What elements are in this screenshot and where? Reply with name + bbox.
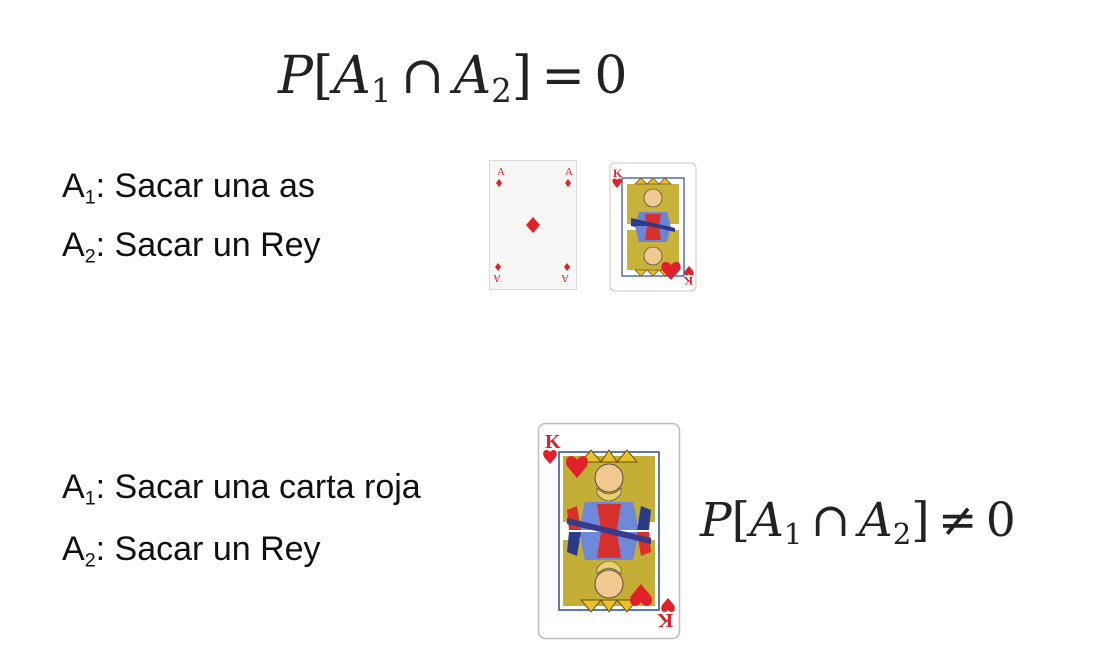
king-large-rank-bottom: K	[657, 609, 673, 631]
ace-corner-rank-tl: A	[497, 166, 505, 178]
ace-of-diamonds-card: A A A A	[489, 160, 577, 290]
event-subscript: 1	[84, 487, 96, 510]
event-a1-red-card: A1: Sacar una carta roja	[62, 468, 421, 510]
event-subscript: 2	[84, 245, 96, 268]
king-small-rank-bottom: K	[683, 274, 693, 288]
formula-equals: =	[541, 46, 585, 106]
event-letter: A	[62, 468, 85, 506]
formula-intersection: ∩	[810, 493, 851, 548]
event-a2-king: A2: Sacar un Rey	[62, 226, 321, 268]
event-letter: A	[62, 226, 85, 264]
formula-intersection: ∩	[400, 46, 445, 106]
formula-bracket-close: ]	[511, 46, 533, 106]
event-letter: A	[62, 530, 85, 568]
formula-a2: A	[453, 46, 492, 106]
event-text: : Sacar una as	[95, 167, 315, 205]
formula-sub-1: 1	[370, 72, 392, 111]
formula-p: P	[278, 46, 313, 106]
formula-sub-1: 1	[783, 517, 803, 552]
event-subscript: 1	[84, 186, 96, 209]
formula-p: P	[700, 493, 732, 548]
formula-sub-2: 2	[491, 72, 512, 111]
king-of-hearts-small-card: K K	[609, 162, 697, 292]
event-a2-king-2: A2: Sacar un Rey	[62, 530, 321, 572]
formula-bracket-open: [	[313, 46, 334, 106]
formula-intersection-zero: P[A1 ∩ A2] = 0	[278, 46, 627, 110]
formula-a1: A	[749, 493, 784, 548]
formula-a1: A	[333, 46, 371, 106]
king-of-hearts-large-card: K K	[537, 422, 681, 640]
event-text: : Sacar una carta roja	[95, 468, 421, 506]
formula-rhs: 0	[594, 46, 628, 106]
king-large-rank-top: K	[545, 431, 561, 453]
event-a1-ace: A1: Sacar una as	[62, 167, 315, 209]
formula-sub-2: 2	[892, 517, 912, 552]
ace-corner-rank-br: A	[493, 272, 501, 284]
formula-rhs: 0	[985, 493, 1016, 548]
king-small-rank-top: K	[613, 166, 623, 180]
event-text: : Sacar un Rey	[95, 226, 321, 264]
formula-a2: A	[858, 493, 893, 548]
event-text: : Sacar un Rey	[95, 530, 321, 568]
ace-corner-rank-bl: A	[561, 272, 569, 284]
event-letter: A	[62, 167, 85, 205]
formula-bracket-open: [	[731, 493, 750, 548]
formula-not-equal: ≠	[938, 493, 978, 548]
ace-corner-rank-tr: A	[565, 166, 573, 178]
formula-bracket-close: ]	[911, 493, 930, 548]
event-subscript: 2	[84, 549, 96, 572]
formula-intersection-nonzero: P[A1 ∩ A2] ≠ 0	[700, 493, 1016, 551]
